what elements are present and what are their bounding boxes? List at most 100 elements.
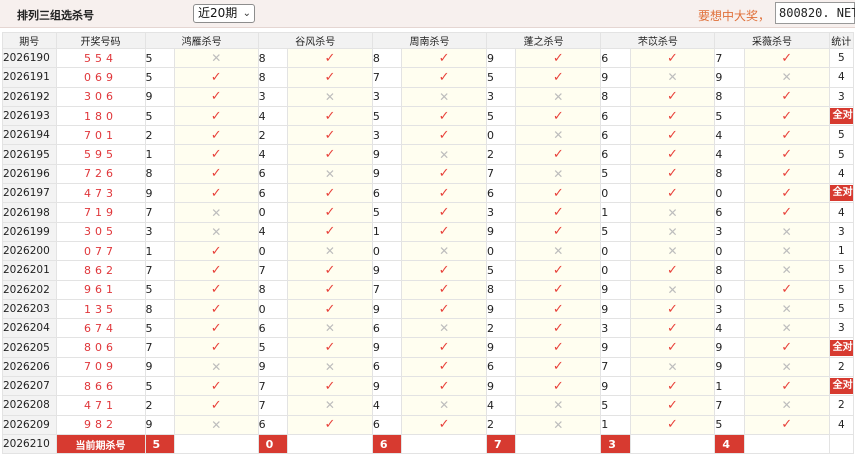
kill-number: 1 (714, 376, 745, 397)
issue-number: 2026203 (2, 298, 57, 320)
check-icon: ✓ (629, 105, 716, 127)
kill-number: 7 (714, 47, 745, 69)
check-icon: ✓ (743, 86, 830, 107)
period-select[interactable]: 近20期 ⌄ (193, 4, 255, 23)
winning-number: 180 (55, 105, 146, 127)
kill-number: 6 (257, 183, 288, 204)
check-icon: ✓ (401, 279, 488, 300)
kill-number: 5 (371, 202, 403, 223)
issue-number: 2026193 (2, 105, 57, 127)
kill-number: 1 (600, 414, 631, 435)
check-icon: ✓ (401, 298, 488, 320)
kill-number: 9 (600, 298, 631, 320)
winning-number: 473 (55, 183, 146, 204)
check-icon: ✓ (286, 376, 373, 397)
kill-number: 6 (371, 414, 403, 435)
kill-number: 4 (714, 125, 745, 146)
check-icon: ✓ (743, 337, 830, 358)
col-header-expert: 芣苡杀号 (600, 32, 716, 49)
kill-number: 6 (371, 356, 403, 378)
check-icon: ✓ (515, 337, 602, 358)
check-icon: ✓ (629, 414, 716, 435)
kill-number: 9 (714, 337, 745, 358)
kill-number: 8 (486, 279, 517, 300)
check-icon: ✓ (629, 395, 716, 416)
kill-number: 6 (600, 125, 631, 146)
kill-number: 3 (714, 221, 745, 242)
promo-link[interactable]: 要想中大奖， (698, 7, 770, 24)
check-icon: ✓ (286, 279, 373, 300)
kill-number: 6 (371, 318, 403, 339)
kill-number: 0 (714, 183, 745, 204)
winning-number: 866 (55, 376, 146, 397)
hit-count: 全对 (828, 183, 855, 204)
all-correct-badge: 全对 (830, 339, 853, 356)
issue-number: 2026192 (2, 86, 57, 107)
hit-count: 5 (828, 144, 855, 165)
hit-count: 5 (828, 260, 855, 281)
cross-icon: ✕ (515, 414, 602, 435)
kill-number: 4 (371, 395, 403, 416)
check-icon: ✓ (515, 221, 602, 242)
kill-number: 3 (714, 298, 745, 320)
table-row: 2026191 069 5 ✓ 8 ✓ 7 ✓ 5 ✓ 9 ✕ 9 ✕ 4 (2, 67, 855, 88)
check-icon: ✓ (515, 105, 602, 127)
check-icon: ✓ (173, 337, 259, 358)
current-issue-number: 2026210 (2, 433, 57, 455)
table-row: 2026209 982 9 ✕ 6 ✓ 6 ✓ 2 ✕ 1 ✓ 5 ✓ 4 (2, 414, 855, 435)
check-icon: ✓ (286, 221, 373, 242)
winning-number: 674 (55, 318, 146, 339)
hit-count: 全对 (828, 105, 855, 127)
cross-icon: ✕ (743, 67, 830, 88)
kill-number: 5 (486, 67, 517, 88)
check-icon: ✓ (515, 202, 602, 223)
kill-number: 5 (714, 414, 745, 435)
check-icon: ✓ (743, 279, 830, 300)
cross-icon: ✕ (286, 163, 373, 185)
kill-number: 2 (486, 318, 517, 339)
kill-number: 8 (371, 47, 403, 69)
col-header-expert: 采薇杀号 (714, 32, 830, 49)
kill-number: 9 (486, 298, 517, 320)
hit-count: 1 (828, 240, 855, 262)
kill-number: 9 (371, 144, 403, 165)
check-icon: ✓ (629, 47, 716, 69)
cross-icon: ✕ (629, 67, 716, 88)
cross-icon: ✕ (401, 318, 488, 339)
issue-number: 2026191 (2, 67, 57, 88)
cross-icon: ✕ (286, 395, 373, 416)
table-row: 2026196 726 8 ✓ 6 ✕ 9 ✓ 7 ✕ 5 ✓ 8 ✓ 4 (2, 163, 855, 185)
kill-number: 7 (144, 337, 175, 358)
winning-number: 982 (55, 414, 146, 435)
cross-icon: ✕ (173, 202, 259, 223)
kill-number: 2 (486, 144, 517, 165)
check-icon: ✓ (401, 202, 488, 223)
kill-number: 0 (257, 298, 288, 320)
kill-number: 8 (600, 86, 631, 107)
kill-number: 0 (600, 260, 631, 281)
issue-number: 2026200 (2, 240, 57, 262)
winning-number: 077 (55, 240, 146, 262)
kill-number: 1 (144, 240, 175, 262)
current-kill-number: 3 (600, 433, 631, 455)
kill-number: 7 (257, 260, 288, 281)
current-kill-number: 0 (257, 433, 288, 455)
kill-number: 7 (371, 279, 403, 300)
kill-number: 3 (257, 86, 288, 107)
kill-number: 3 (600, 318, 631, 339)
check-icon: ✓ (515, 47, 602, 69)
kill-number: 9 (144, 414, 175, 435)
current-kill-label: 当前期杀号 (55, 433, 146, 455)
empty-cell (743, 433, 830, 455)
cross-icon: ✕ (401, 144, 488, 165)
table-row: 2026194 701 2 ✓ 2 ✓ 3 ✓ 0 ✕ 6 ✓ 4 ✓ 5 (2, 125, 855, 146)
cross-icon: ✕ (173, 47, 259, 69)
kill-number: 7 (600, 356, 631, 378)
kill-number: 8 (714, 86, 745, 107)
winning-number: 862 (55, 260, 146, 281)
check-icon: ✓ (515, 298, 602, 320)
kill-number: 7 (257, 376, 288, 397)
kill-number: 3 (486, 202, 517, 223)
winning-number: 306 (55, 86, 146, 107)
cross-icon: ✕ (743, 356, 830, 378)
